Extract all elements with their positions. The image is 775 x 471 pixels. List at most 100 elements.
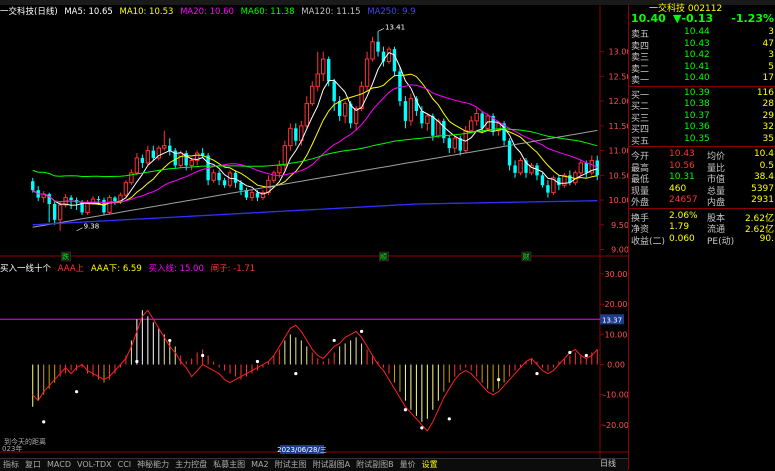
price-tick-label: 11.50 [609,122,628,131]
indicator-tab[interactable]: 量价 [397,459,419,470]
candle-body-down [233,172,238,183]
price-tick-label: 13.00 [609,48,628,57]
event-marker-label: 财 [523,252,530,261]
bid-volume: 32 [762,122,774,132]
candle-body-up [57,204,63,221]
stat2-row: 换手 2.06% 股本 2.62亿 [629,211,775,224]
candle-body-up [134,157,140,174]
candle-body-down [151,150,156,158]
indicator-dot [294,371,298,376]
ask-row: 卖四 10.43 47 [629,39,775,52]
ma120-line [32,129,598,228]
price-tick-label: 10.00 [609,196,628,205]
ask-volume: 3 [768,50,774,60]
indicator-tab[interactable]: 指标 [0,459,22,470]
candle-body-down [31,181,35,191]
ma10-line [32,73,598,206]
candle-body-up [211,172,216,181]
candle-body-up [162,145,167,149]
indicator-tab[interactable]: 神秘能力 [134,459,172,470]
price-tick-label: 10.50 [609,171,628,180]
stat-row: 最低 10.31 市值 38.4 [629,172,775,185]
candle-body-up [474,112,479,122]
event-marker-label: 跌 [62,252,69,261]
indicator-tab[interactable]: 设置 [419,459,441,470]
extreme-label: 13.41 [385,23,405,31]
ask-volume: 17 [762,73,774,83]
chart-canvas[interactable]: 13.00 12.50 12.00 11.50 11.00 10.50 10.00 9.50 9… [0,0,628,470]
indicator-dot [255,359,260,364]
stat-value: 24657 [669,195,698,205]
candle-body-down [392,49,397,72]
candle-body-up [315,73,320,87]
ask-price: 10.42 [684,50,710,60]
stat-value: 5397 [751,183,774,194]
candle-body-down [113,197,117,202]
indicator-tick-label: 10.00 [605,330,628,339]
candle-body-up [310,85,315,105]
stat-value: 10.56 [669,160,695,171]
candle-body-up [271,172,277,181]
candle-body-down [337,101,342,116]
candle-body-down [52,204,57,220]
candle-body-up [518,159,523,174]
candle-body-up [578,162,584,174]
candle-body-down [420,111,424,124]
indicator-dot [168,338,172,343]
candle-body-down [168,145,172,151]
candle-body-down [222,180,227,186]
indicator-dot [403,408,408,412]
candle-body-down [507,140,512,166]
stat-value: 0.5 [759,160,774,171]
bid-price: 10.37 [684,110,710,121]
price-tick-label: 12.00 [609,97,628,106]
indicator-tab[interactable]: CCI [115,460,135,469]
price-row: 10.40 ▼-0.13 -1.23% [629,12,775,26]
stat2-value: 90. [759,233,774,244]
indicator-tab[interactable]: 附试副图B [353,459,397,470]
period-tab[interactable]: 日线 [600,459,616,468]
candle-body-down [217,172,221,181]
bid-volume: 28 [762,99,774,109]
candle-body-down [540,175,545,186]
indicator-tab[interactable]: MACD [44,460,74,469]
indicator-dot [584,353,588,358]
candle-body-up [178,152,183,166]
candle-body-up [123,182,129,196]
candle-body-up [249,192,255,199]
candle-body-down [595,160,599,176]
indicator-tab[interactable]: 附试主图 [272,459,310,470]
indicator-tab[interactable]: 复口 [22,459,44,470]
stat2-key: PE(动) [707,236,735,247]
extreme-label: 9.38 [84,223,100,231]
indicator-tab[interactable]: MA2 [248,460,271,469]
bid-volume: 29 [762,110,774,121]
indicator-tab[interactable]: 私募主图 [210,459,248,470]
candle-body-up [277,164,282,174]
indicator-tab[interactable]: 主力控盘 [172,459,210,470]
stats-separator [629,146,775,147]
bid-row: 买四 10.36 32 [629,122,775,135]
candle-body-up [364,58,370,87]
candle-body-up [425,115,430,124]
date-flag-label: 2023/06/28/三 [277,446,327,454]
stock-code-row: 一交科技 002112 [629,1,775,14]
bid-label: 买五 [631,136,650,147]
candle-body-up [452,137,457,149]
stat2-row: 净资 1.79 流通 2.62亿 [629,222,775,235]
ask-row: 卖五 10.44 3 [629,27,775,40]
extreme-pointer [377,28,385,32]
candle-body-down [69,197,73,201]
indicator-tabs: 指标 复口 MACD VOL-TDX CCI 神秘能力 主力控盘 私募主图 MA2 附试主图 附试副… [0,458,628,471]
bid-price: 10.38 [684,99,710,109]
quote-sidebar: 一交科技 002112 10.40 ▼-0.13 -1.23% 卖五 10.44 3 卖四 10… [628,4,775,470]
indicator-tick-label: 20.00 [605,300,628,309]
stat-value: 38.4 [753,172,774,182]
indicator-tab[interactable]: VOL-TDX [74,460,115,469]
indicator-tab[interactable]: 附试副图A [310,459,353,470]
candle-body-down [332,81,336,102]
indicator-dot [135,359,139,364]
price-change: ▼-0.13 [673,12,714,25]
stat-value: 10.31 [669,172,695,182]
candle-body-down [327,59,331,82]
